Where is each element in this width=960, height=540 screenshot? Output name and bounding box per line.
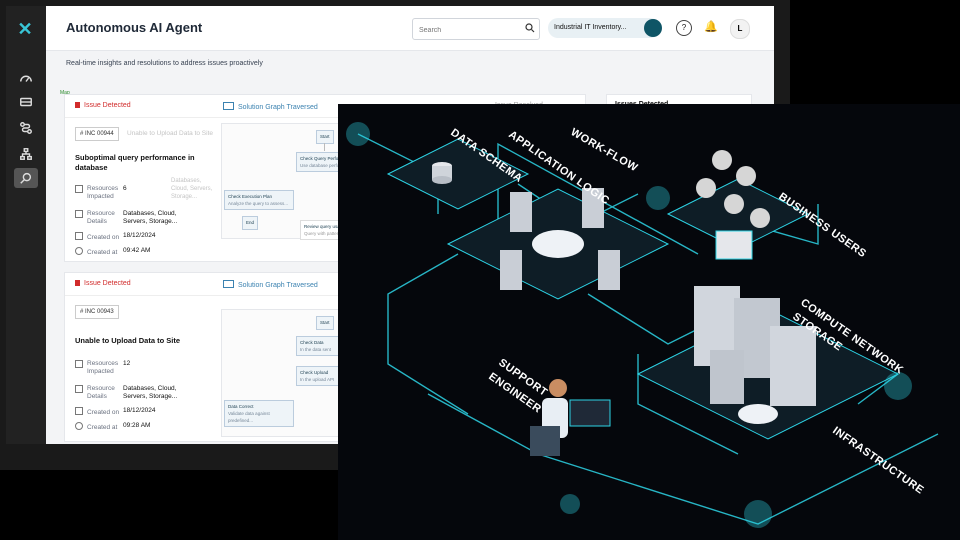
graph-edge bbox=[324, 143, 325, 151]
glow-node bbox=[560, 494, 580, 514]
server-icon bbox=[510, 192, 532, 232]
bell-icon[interactable]: 🔔 bbox=[703, 20, 719, 36]
hierarchy-icon[interactable] bbox=[14, 144, 38, 164]
inventory-grid-icon[interactable] bbox=[644, 19, 662, 37]
search-input[interactable] bbox=[413, 21, 525, 40]
created-at-row: Created at 09:28 AM bbox=[75, 422, 150, 431]
storage-icon bbox=[710, 350, 744, 404]
created-on-row: Created on 18/12/2024 bbox=[75, 407, 156, 416]
page-title: Autonomous AI Agent bbox=[66, 20, 203, 35]
user-avatar-icon bbox=[712, 150, 732, 170]
app-logo-icon[interactable]: ✕ bbox=[16, 20, 34, 38]
workflow-route-icon[interactable] bbox=[14, 118, 38, 138]
graph-node-end[interactable]: End bbox=[242, 216, 259, 230]
resources-impacted-row: Resources Impacted 12 bbox=[75, 360, 130, 376]
details-icon bbox=[75, 385, 83, 393]
laptop-icon bbox=[569, 399, 611, 427]
user-avatar-icon bbox=[696, 178, 716, 198]
created-at-row: Created at 09:42 AM bbox=[75, 247, 150, 256]
search-icon[interactable] bbox=[525, 23, 535, 33]
issue-status: Issue Detected bbox=[75, 280, 131, 287]
engineer-head bbox=[549, 379, 567, 397]
clock-icon bbox=[75, 247, 83, 255]
issue-title: Unable to Upload Data to Site bbox=[75, 336, 181, 345]
page-subtitle: Real-time insights and resolutions to ad… bbox=[66, 60, 263, 67]
clock-icon bbox=[75, 422, 83, 430]
calendar-icon bbox=[75, 232, 83, 240]
incident-id: # INC 00944 bbox=[75, 127, 119, 141]
graph-node-execution-plan[interactable]: Check Execution Plan Analyze the query to… bbox=[224, 190, 294, 210]
resource-details-row: Resource Details Databases, Cloud, Server… bbox=[75, 210, 177, 226]
issue-title: Suboptimal query performance in database bbox=[75, 153, 195, 172]
dashboard-gauge-icon[interactable] bbox=[14, 68, 38, 88]
flag-icon bbox=[75, 280, 80, 286]
graph-icon bbox=[223, 102, 234, 110]
server-icon bbox=[500, 250, 522, 290]
calendar-icon bbox=[75, 407, 83, 415]
sidebar: ✕ bbox=[6, 6, 46, 444]
glow-node bbox=[646, 186, 670, 210]
resource-details-row: Resource Details Databases, Cloud, Server… bbox=[75, 385, 177, 401]
compute-server-icon bbox=[770, 326, 816, 406]
resources-icon bbox=[75, 185, 83, 193]
cloud-icon bbox=[738, 404, 778, 424]
graph-node-start[interactable]: Start bbox=[316, 316, 334, 330]
search-box[interactable] bbox=[412, 18, 540, 40]
background-issue-title: Unable to Upload Data to Site bbox=[127, 130, 213, 137]
user-avatar-icon bbox=[736, 166, 756, 186]
graph-node-start[interactable]: Start bbox=[316, 130, 334, 144]
incident-id: # INC 00943 bbox=[75, 305, 119, 319]
inventory-label: Industrial IT Inventory... bbox=[554, 24, 627, 31]
avatar[interactable]: L bbox=[730, 19, 750, 39]
top-bar: Autonomous AI Agent Industrial IT Invent… bbox=[46, 6, 774, 51]
agent-search-icon[interactable] bbox=[14, 168, 38, 188]
glow-node bbox=[346, 122, 370, 146]
solution-graph-link[interactable]: Solution Graph Traversed bbox=[223, 280, 318, 289]
flag-icon bbox=[75, 102, 80, 108]
resources-icon bbox=[75, 360, 83, 368]
chair-icon bbox=[530, 426, 560, 456]
user-avatar-icon bbox=[724, 194, 744, 214]
created-on-row: Created on 18/12/2024 bbox=[75, 232, 156, 241]
issue-status: Issue Detected bbox=[75, 102, 131, 109]
cloud-icon bbox=[532, 230, 584, 258]
details-icon bbox=[75, 210, 83, 218]
graph-node-data-correct[interactable]: Data Correct Validate data against predef… bbox=[224, 400, 294, 427]
user-avatar-icon bbox=[750, 208, 770, 228]
inventory-selector[interactable]: Industrial IT Inventory... bbox=[548, 18, 662, 38]
infrastructure-illustration: DATA SCHEMA APPLICATION LOGIC WORK-FLOW … bbox=[338, 104, 960, 540]
help-icon[interactable]: ? bbox=[676, 20, 692, 36]
glow-node bbox=[744, 500, 772, 528]
terminal-icon bbox=[715, 230, 753, 260]
solution-graph-link[interactable]: Solution Graph Traversed bbox=[223, 102, 318, 111]
graph-icon bbox=[223, 280, 234, 288]
server-icon bbox=[598, 250, 620, 290]
resources-impacted-row: Resources Impacted 6 bbox=[75, 185, 127, 201]
ticket-icon[interactable] bbox=[14, 92, 38, 112]
database-base bbox=[432, 176, 452, 184]
